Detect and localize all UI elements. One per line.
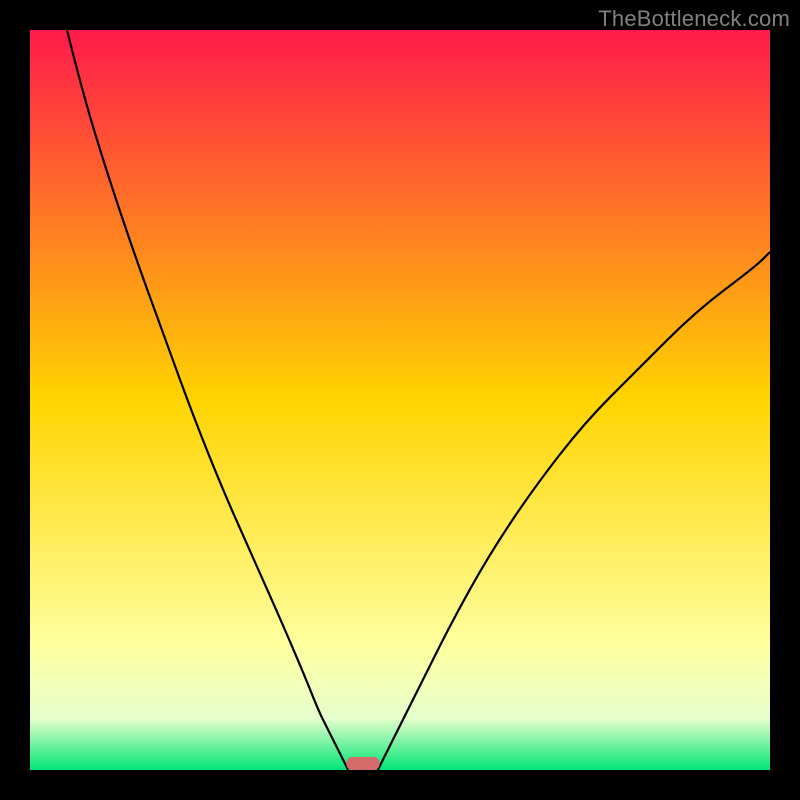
chart-frame: TheBottleneck.com xyxy=(0,0,800,800)
gradient-chart xyxy=(30,30,770,770)
chart-background xyxy=(30,30,770,770)
bottom-marker-pill xyxy=(346,757,379,770)
plot-area xyxy=(30,30,770,770)
watermark-text: TheBottleneck.com xyxy=(598,6,790,32)
